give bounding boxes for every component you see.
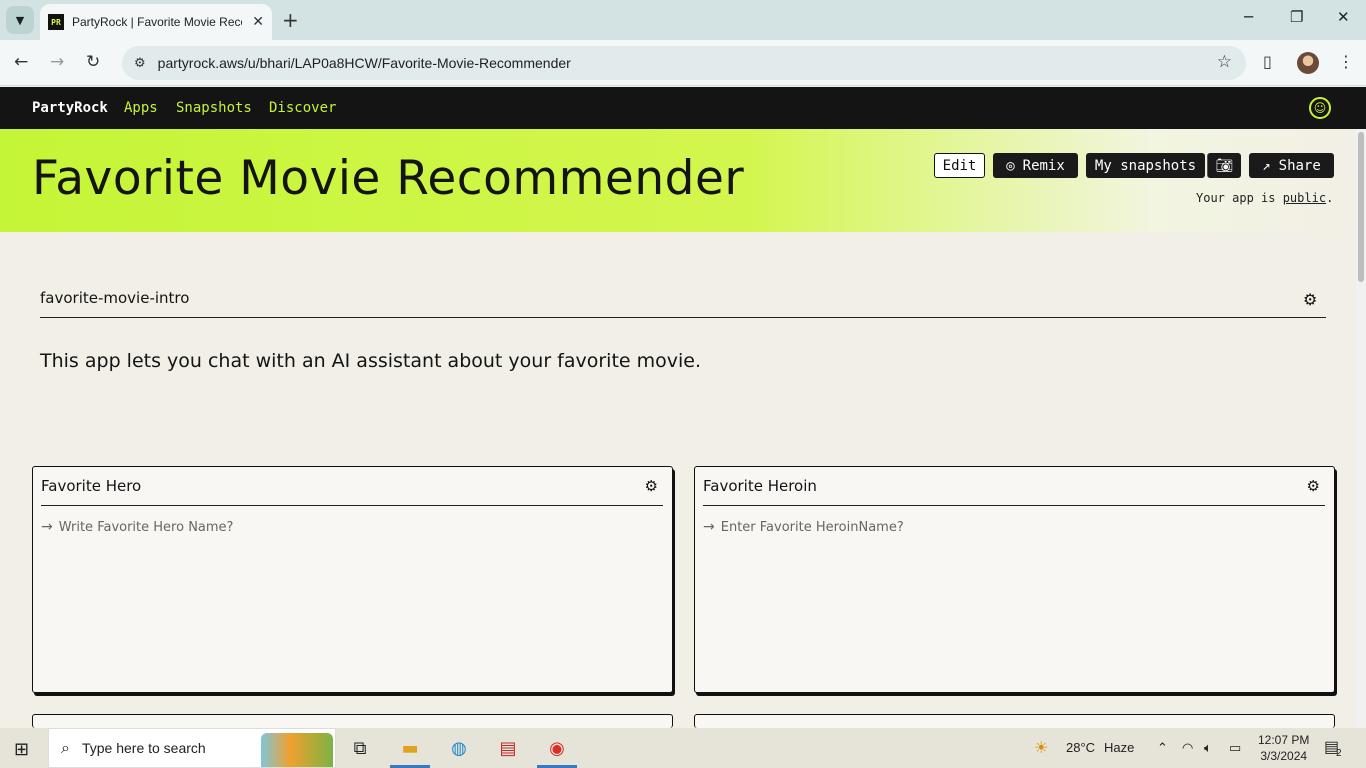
clock-date: 3/3/2024: [1260, 749, 1308, 763]
nav-apps-link[interactable]: Apps: [124, 100, 158, 116]
nav-snapshots-link[interactable]: Snapshots: [176, 100, 252, 116]
windows-taskbar: ⊞ ⌕ Type here to search ⧉ ▬ ◍ ▤ ◉ ☀ 28°C…: [0, 728, 1366, 768]
tab-search-button[interactable]: ▼: [6, 6, 34, 34]
chrome-icon[interactable]: ◉: [545, 736, 569, 760]
next-widget-partial: [694, 714, 1335, 728]
next-widget-partial: [32, 714, 673, 728]
app-navbar: PartyRock Apps Snapshots Discover ☺: [0, 87, 1366, 129]
network-icon[interactable]: ◠: [1182, 740, 1193, 756]
restore-icon[interactable]: ❐: [1290, 8, 1303, 26]
widget-divider: [41, 505, 663, 506]
input-arrow-icon: →: [703, 519, 715, 535]
browser-toolbar: ← → ↻ ⚙ partyrock.aws/u/bhari/LAP0a8HCW/…: [0, 40, 1366, 86]
favorite-heroin-widget: Favorite Heroin ⚙ →: [694, 466, 1335, 693]
weather-temp[interactable]: 28°C: [1066, 740, 1095, 755]
partyrock-logo[interactable]: PartyRock: [32, 100, 108, 116]
favorite-hero-widget: Favorite Hero ⚙ →: [32, 466, 673, 693]
taskbar-search-placeholder: Type here to search: [81, 740, 206, 756]
reload-icon[interactable]: ↻: [86, 52, 100, 72]
news-app-icon[interactable]: ▤: [496, 736, 520, 760]
partyrock-favicon-icon: PR: [48, 14, 64, 30]
edge-browser-icon[interactable]: ◍: [447, 736, 471, 760]
profile-avatar[interactable]: [1297, 52, 1319, 74]
my-snapshots-label: My snapshots: [1094, 157, 1197, 174]
search-icon: ⌕: [61, 738, 70, 757]
intro-divider: [40, 317, 1326, 318]
tab-title: PartyRock | Favorite Movie Recommender: [72, 15, 242, 29]
share-arrow-icon: ↗: [1262, 157, 1271, 174]
app-hero-banner: Favorite Movie Recommender Edit ◎ Remix …: [0, 129, 1356, 232]
widget-input-row: →: [41, 517, 661, 537]
public-prefix: Your app is: [1196, 191, 1283, 205]
favorite-hero-input[interactable]: [58, 519, 639, 535]
share-button-label: Share: [1278, 157, 1321, 174]
user-menu-smiley-icon[interactable]: ☺: [1309, 97, 1331, 119]
widget-title: Favorite Hero: [41, 477, 142, 495]
site-info-icon[interactable]: ⚙: [134, 56, 146, 71]
weather-icon[interactable]: ☀: [1034, 738, 1048, 758]
app-title: Favorite Movie Recommender: [32, 151, 745, 206]
public-status: Your app is public.: [1196, 191, 1333, 205]
taskbar-clock[interactable]: 12:07 PM 3/3/2024: [1258, 732, 1309, 764]
volume-icon[interactable]: 🔈︎: [1204, 740, 1212, 756]
search-highlight-image: [261, 733, 333, 767]
public-link[interactable]: public: [1283, 191, 1326, 205]
address-bar[interactable]: ⚙ partyrock.aws/u/bhari/LAP0a8HCW/Favori…: [122, 46, 1246, 80]
task-view-icon[interactable]: ⧉: [348, 736, 372, 760]
input-arrow-icon: →: [41, 519, 53, 535]
remix-icon: ◎: [1006, 157, 1015, 174]
widget-settings-icon[interactable]: ⚙: [1307, 477, 1320, 495]
snapshot-camera-button[interactable]: 📷︎: [1207, 153, 1241, 178]
edit-button[interactable]: Edit: [934, 153, 985, 178]
bookmark-star-icon[interactable]: ☆: [1217, 52, 1232, 72]
remix-button[interactable]: ◎ Remix: [993, 153, 1078, 178]
minimize-icon[interactable]: ─: [1244, 8, 1253, 26]
edit-button-label: Edit: [942, 157, 977, 174]
clock-time: 12:07 PM: [1258, 733, 1310, 747]
file-explorer-icon[interactable]: ▬: [398, 736, 422, 760]
nav-discover-link[interactable]: Discover: [269, 100, 336, 116]
widget-divider: [703, 505, 1325, 506]
camera-icon: 📷︎: [1215, 157, 1234, 174]
url-text[interactable]: partyrock.aws/u/bhari/LAP0a8HCW/Favorite…: [158, 55, 571, 71]
widget-title: Favorite Heroin: [703, 477, 817, 495]
widget-settings-icon[interactable]: ⚙: [645, 477, 658, 495]
public-suffix: .: [1326, 191, 1334, 205]
browser-menu-icon[interactable]: ⋮: [1338, 52, 1354, 71]
close-window-icon[interactable]: ✕: [1337, 8, 1350, 26]
windows-start-icon[interactable]: ⊞: [14, 739, 29, 760]
taskbar-search[interactable]: ⌕ Type here to search: [48, 728, 336, 768]
tray-chevron-icon[interactable]: ⌃: [1157, 740, 1168, 756]
active-tab[interactable]: PR PartyRock | Favorite Movie Recommende…: [40, 4, 272, 40]
intro-text: This app lets you chat with an AI assist…: [40, 350, 702, 372]
remix-button-label: Remix: [1022, 157, 1065, 174]
widget-input-row: →: [703, 517, 1323, 537]
intro-settings-icon[interactable]: ⚙: [1303, 290, 1317, 309]
weather-desc[interactable]: Haze: [1104, 740, 1134, 755]
browser-tabstrip: ▼ PR PartyRock | Favorite Movie Recommen…: [0, 0, 1366, 40]
forward-icon[interactable]: →: [50, 52, 64, 72]
share-button[interactable]: ↗ Share: [1249, 153, 1334, 178]
favorite-heroin-input[interactable]: [720, 519, 1301, 535]
new-tab-icon[interactable]: +: [282, 8, 299, 32]
notification-count: 2: [1336, 748, 1342, 759]
back-icon[interactable]: ←: [14, 52, 28, 72]
scrollbar-thumb[interactable]: [1358, 132, 1364, 282]
side-panel-icon[interactable]: ▯: [1263, 52, 1272, 71]
tab-close-icon[interactable]: ✕: [252, 14, 264, 30]
intro-widget-title: favorite-movie-intro: [40, 289, 190, 307]
my-snapshots-button[interactable]: My snapshots: [1086, 153, 1205, 178]
battery-icon[interactable]: ▭: [1229, 740, 1241, 756]
